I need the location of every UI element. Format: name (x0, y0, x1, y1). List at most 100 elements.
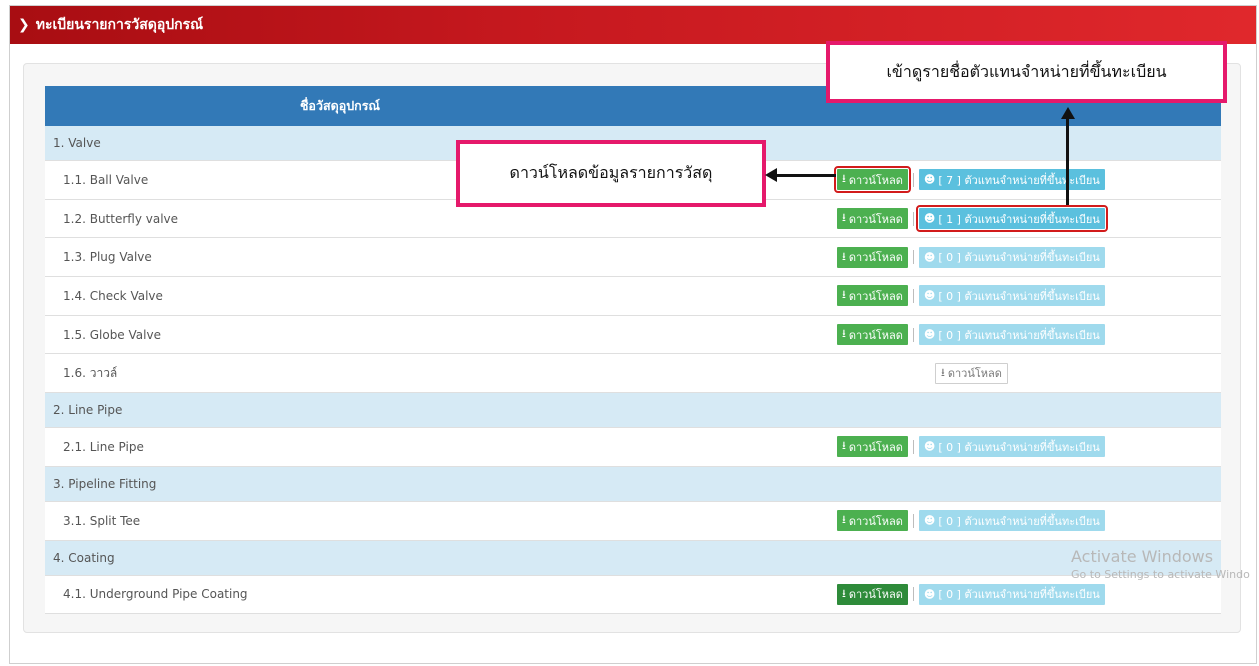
item-label: 3.1. Split Tee (63, 513, 141, 528)
download-button[interactable]: ⭳ ดาวน์โหลด (837, 583, 908, 605)
download-button[interactable]: ⭳ ดาวน์โหลด (837, 324, 908, 346)
registered-agents-label: [ 0 ] ตัวแทนจำหน่ายที่ขึ้นทะเบียน (938, 251, 1100, 265)
arrow-head-up-icon (1061, 107, 1075, 119)
download-label: ดาวน์โหลด (848, 328, 903, 342)
download-icon: ⭳ (842, 513, 846, 527)
item-label: 1.4. Check Valve (63, 288, 163, 303)
registered-agents-label: [ 0 ] ตัวแทนจำหน่ายที่ขึ้นทะเบียน (938, 289, 1100, 303)
table-row: 2.1. Line Pipe ⭳ ดาวน์โหลด ☻[ 0 ] ตัวแทนจำห… (45, 428, 1221, 467)
registered-agents-button[interactable]: ☻[ 0 ] ตัวแทนจำหน่ายที่ขึ้นทะเบียน (918, 436, 1105, 458)
download-button[interactable]: ⭳ ดาวน์โหลด (837, 246, 908, 268)
users-icon: ☻ (923, 440, 936, 454)
registered-agents-button[interactable]: ☻[ 0 ] ตัวแทนจำหน่ายที่ขึ้นทะเบียน (918, 285, 1105, 307)
download-icon: ⭳ (842, 172, 846, 186)
page-title: ทะเบียนรายการวัสดุอุปกรณ์ (35, 17, 204, 33)
registered-agents-button[interactable]: ☻[ 7 ] ตัวแทนจำหน่ายที่ขึ้นทะเบียน (918, 169, 1105, 191)
registered-agents-label: [ 0 ] ตัวแทนจำหน่ายที่ขึ้นทะเบียน (938, 514, 1100, 528)
download-label: ดาวน์โหลด (848, 212, 903, 226)
row-actions: ⭳ ดาวน์โหลด ☻[ 0 ] ตัวแทนจำหน่ายที่ขึ้นทะเ… (837, 316, 1105, 354)
download-icon: ⭳ (842, 439, 846, 453)
callout-agents: เข้าดูรายชื่อตัวแทนจำหน่ายที่ขึ้นทะเบียน (826, 41, 1227, 103)
registered-agents-label: [ 0 ] ตัวแทนจำหน่ายที่ขึ้นทะเบียน (938, 440, 1100, 454)
table-row: 1.5. Globe Valve ⭳ ดาวน์โหลด ☻[ 0 ] ตัวแทนจ… (45, 315, 1221, 355)
row-actions: ⭳ ดาวน์โหลด ☻[ 1 ] ตัวแทนจำหน่ายที่ขึ้นทะเ… (837, 200, 1108, 238)
row-actions: ⭳ ดาวน์โหลด ☻[ 0 ] ตัวแทนจำหน่ายที่ขึ้นทะเ… (837, 502, 1105, 540)
download-label: ดาวน์โหลด (848, 440, 903, 454)
activate-windows-watermark: Activate Windows Go to Settings to activ… (1071, 547, 1250, 581)
item-label: 4.1. Underground Pipe Coating (63, 587, 248, 602)
download-label: ดาวน์โหลด (848, 251, 903, 265)
table-row: 1.6. วาวล์ ⭳ ดาวน์โหลด (45, 354, 1221, 394)
users-icon: ☻ (923, 514, 936, 528)
download-button[interactable]: ⭳ ดาวน์โหลด (834, 166, 911, 194)
download-icon: ⭳ (842, 586, 846, 600)
users-icon: ☻ (923, 250, 936, 264)
registered-agents-button[interactable]: ☻[ 0 ] ตัวแทนจำหน่ายที่ขึ้นทะเบียน (918, 510, 1105, 532)
divider (912, 250, 914, 265)
callout-agents-text: เข้าดูรายชื่อตัวแทนจำหน่ายที่ขึ้นทะเบียน (886, 61, 1167, 81)
group-row: 4. Coating (45, 540, 1221, 576)
group-label: 3. Pipeline Fitting (53, 476, 157, 491)
registered-agents-button[interactable]: ☻[ 0 ] ตัวแทนจำหน่ายที่ขึ้นทะเบียน (918, 246, 1105, 268)
row-actions: ⭳ ดาวน์โหลด (935, 354, 1008, 392)
divider (912, 327, 914, 342)
download-button[interactable]: ⭳ ดาวน์โหลด (837, 436, 908, 458)
download-button[interactable]: ⭳ ดาวน์โหลด (837, 208, 908, 230)
callout-download: ดาวน์โหลดข้อมูลรายการวัสดุ (456, 140, 766, 207)
registered-agents-label: [ 0 ] ตัวแทนจำหน่ายที่ขึ้นทะเบียน (938, 588, 1100, 602)
table-row: 4.1. Underground Pipe Coating ⭳ ดาวน์โหลด ☻… (45, 575, 1221, 615)
divider (912, 439, 914, 454)
watermark-line1: Activate Windows (1071, 547, 1214, 566)
users-icon: ☻ (923, 587, 936, 601)
registered-agents-label: [ 1 ] ตัวแทนจำหน่ายที่ขึ้นทะเบียน (938, 212, 1100, 226)
download-label: ดาวน์โหลด (848, 173, 903, 187)
item-label: 2.1. Line Pipe (63, 439, 144, 454)
registered-agents-button[interactable]: ☻[ 0 ] ตัวแทนจำหน่ายที่ขึ้นทะเบียน (918, 583, 1105, 605)
divider (912, 513, 914, 528)
item-label: 1.1. Ball Valve (63, 172, 149, 187)
download-icon: ⭳ (941, 365, 945, 379)
callout-download-text: ดาวน์โหลดข้อมูลรายการวัสดุ (509, 163, 713, 182)
row-actions: ⭳ ดาวน์โหลด ☻[ 7 ] ตัวแทนจำหน่ายที่ขึ้นทะเ… (834, 161, 1105, 199)
item-label: 1.5. Globe Valve (63, 327, 161, 342)
table-row: 3.1. Split Tee ⭳ ดาวน์โหลด ☻[ 0 ] ตัวแทนจำห… (45, 501, 1221, 541)
item-label: 1.2. Butterfly valve (63, 211, 179, 226)
download-icon: ⭳ (842, 211, 846, 225)
users-icon: ☻ (923, 289, 936, 303)
download-button[interactable]: ⭳ ดาวน์โหลด (935, 362, 1008, 384)
download-icon: ⭳ (842, 288, 846, 302)
download-label: ดาวน์โหลด (947, 367, 1002, 381)
column-header-name: ชื่อวัสดุอุปกรณ์ (299, 98, 381, 113)
divider (912, 211, 914, 226)
page-frame: ❯ ทะเบียนรายการวัสดุอุปกรณ์ ชื่อวัสดุอุป… (9, 5, 1257, 664)
registered-agents-button[interactable]: ☻[ 1 ] ตัวแทนจำหน่ายที่ขึ้นทะเบียน (915, 205, 1108, 233)
page-header: ❯ ทะเบียนรายการวัสดุอุปกรณ์ (10, 6, 1256, 44)
table-row: 1.4. Check Valve ⭳ ดาวน์โหลด ☻[ 0 ] ตัวแทนจ… (45, 277, 1221, 316)
row-actions: ⭳ ดาวน์โหลด ☻[ 0 ] ตัวแทนจำหน่ายที่ขึ้นทะเ… (837, 238, 1105, 276)
watermark-line2: Go to Settings to activate Windo (1071, 568, 1250, 581)
group-row: 2. Line Pipe (45, 393, 1221, 429)
group-label: 4. Coating (53, 550, 115, 565)
registered-agents-button[interactable]: ☻[ 0 ] ตัวแทนจำหน่ายที่ขึ้นทะเบียน (918, 324, 1105, 346)
users-icon: ☻ (923, 173, 936, 187)
users-icon: ☻ (923, 328, 936, 342)
download-icon: ⭳ (842, 249, 846, 263)
download-label: ดาวน์โหลด (848, 289, 903, 303)
download-button[interactable]: ⭳ ดาวน์โหลด (837, 510, 908, 532)
item-label: 1.6. วาวล์ (63, 365, 118, 380)
divider (912, 587, 914, 602)
download-label: ดาวน์โหลด (848, 514, 903, 528)
users-icon: ☻ (923, 212, 936, 226)
download-button[interactable]: ⭳ ดาวน์โหลด (837, 285, 908, 307)
arrow-to-agents (1066, 119, 1069, 205)
item-label: 1.3. Plug Valve (63, 250, 152, 265)
divider (912, 172, 914, 187)
chevron-right-icon: ❯ (18, 17, 30, 33)
row-actions: ⭳ ดาวน์โหลด ☻[ 0 ] ตัวแทนจำหน่ายที่ขึ้นทะเ… (837, 576, 1105, 614)
arrow-head-left-icon (765, 168, 777, 182)
download-label: ดาวน์โหลด (848, 588, 903, 602)
table-row: 1.3. Plug Valve ⭳ ดาวน์โหลด ☻[ 0 ] ตัวแทนจำ… (45, 238, 1221, 278)
registered-agents-label: [ 7 ] ตัวแทนจำหน่ายที่ขึ้นทะเบียน (938, 173, 1100, 187)
row-actions: ⭳ ดาวน์โหลด ☻[ 0 ] ตัวแทนจำหน่ายที่ขึ้นทะเ… (837, 428, 1105, 466)
group-row: 3. Pipeline Fitting (45, 466, 1221, 502)
